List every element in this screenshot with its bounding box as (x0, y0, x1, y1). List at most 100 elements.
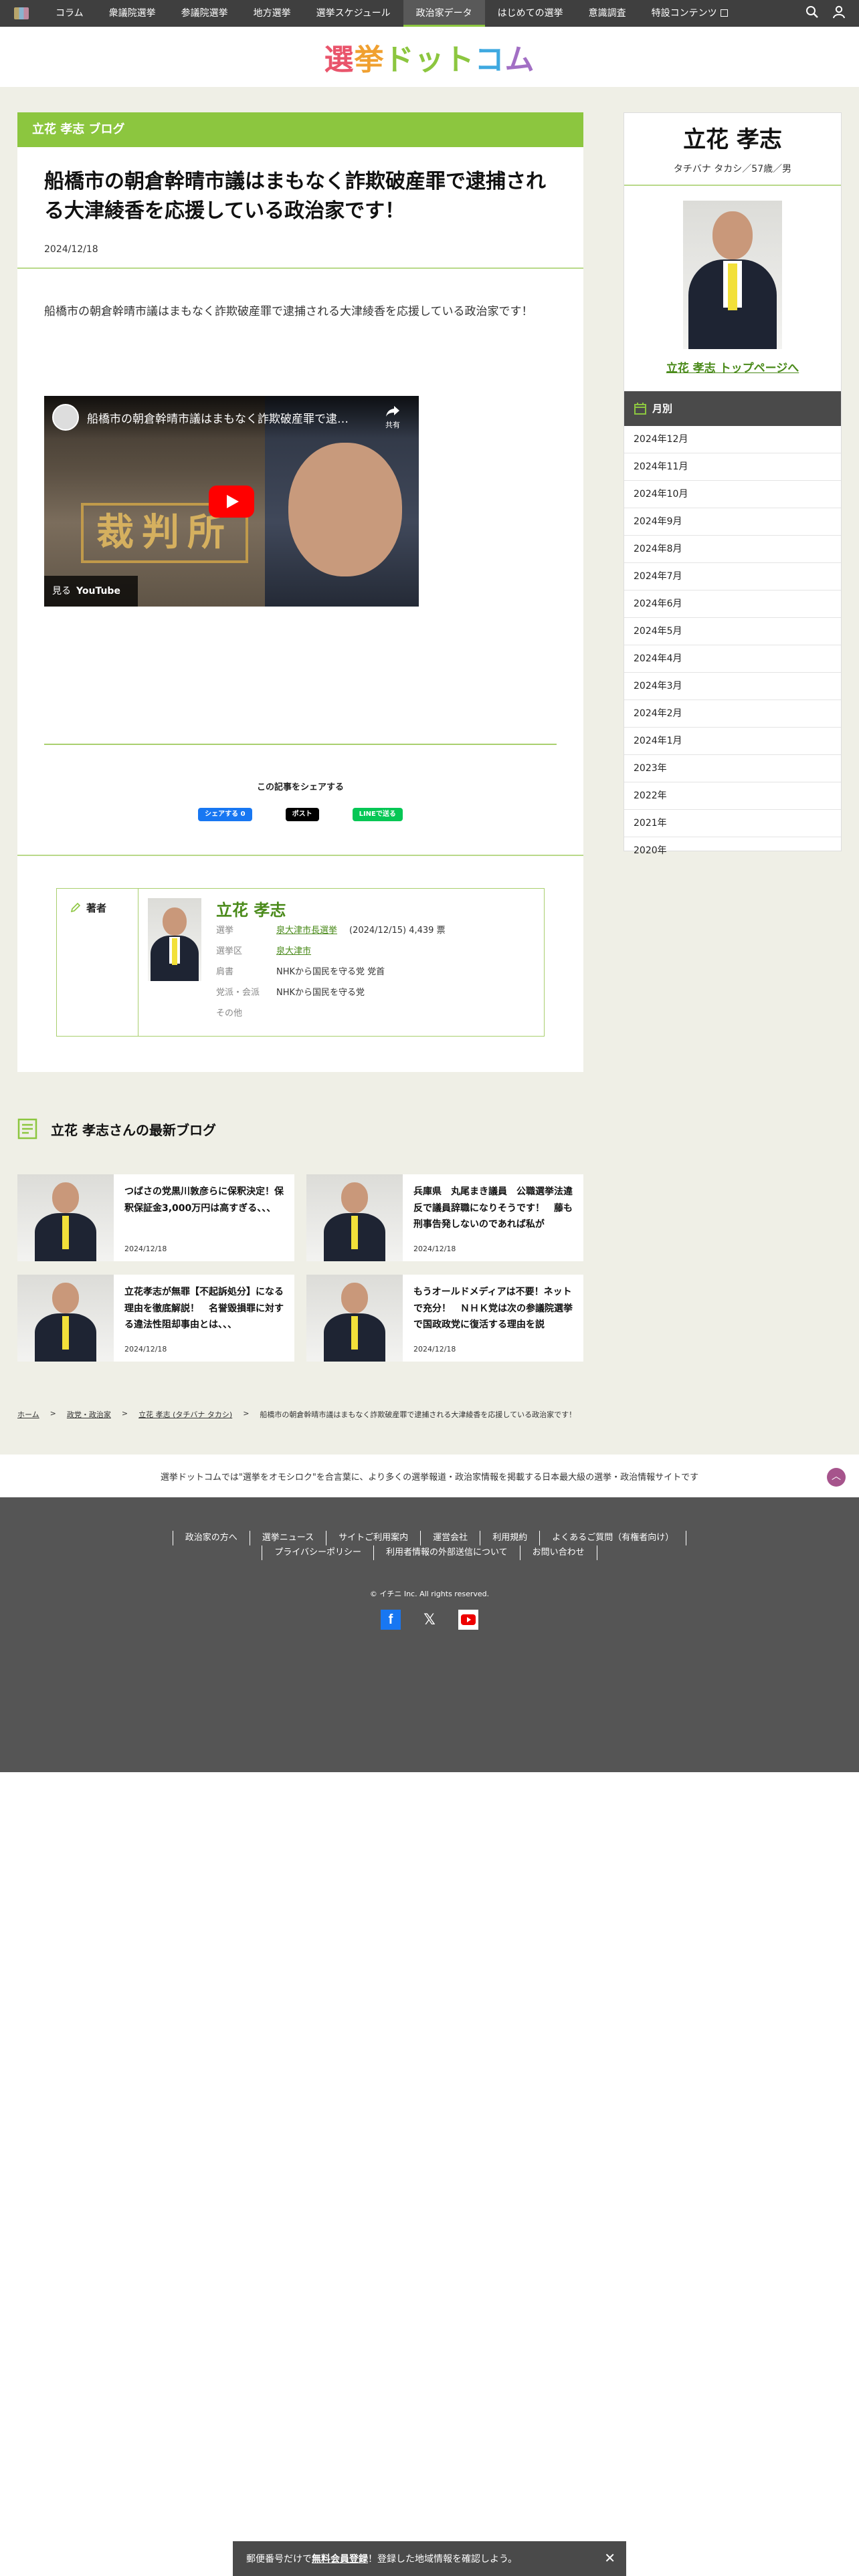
watch-on-youtube[interactable]: 見る YouTube (44, 576, 138, 607)
social-links: f 𝕏 (0, 1610, 859, 1630)
nav-item-sangiin[interactable]: 参議院選挙 (169, 0, 241, 27)
nav-item-local[interactable]: 地方選挙 (241, 0, 304, 27)
play-button[interactable] (209, 486, 254, 518)
nav-item-first-election[interactable]: はじめての選挙 (485, 0, 576, 27)
month-item[interactable]: 2024年5月 (624, 618, 841, 645)
sidebar-photo[interactable] (683, 201, 782, 349)
nav-item-special[interactable]: 特設コンテンツ (639, 0, 741, 27)
breadcrumb: ホーム > 政党・政治家 > 立花 孝志 (タチバナ タカシ) > 船橋市の朝倉… (17, 1409, 576, 1420)
nav-item-shugiin[interactable]: 衆議院選挙 (96, 0, 169, 27)
search-icon[interactable] (805, 5, 819, 21)
x-icon[interactable]: 𝕏 (419, 1610, 440, 1630)
divider (17, 267, 583, 269)
author-heading-label: 著者 (86, 902, 107, 914)
x-post-button[interactable]: ポスト (285, 808, 319, 821)
nav-item-survey[interactable]: 意識調査 (576, 0, 639, 27)
blog-card-date: 2024/12/18 (413, 1345, 456, 1354)
channel-avatar[interactable] (52, 404, 79, 431)
blog-card[interactable]: もうオールドメディアは不要！ネットで充分！ ＮＨＫ党は次の参議院選挙で国政政党に… (306, 1275, 583, 1362)
nav-item-politician-data[interactable]: 政治家データ (403, 0, 485, 27)
article-title: 船橋市の朝倉幹晴市議はまもなく詐欺破産罪で逮捕される大津綾香を応援している政治家… (44, 170, 546, 223)
grid-icon[interactable] (0, 0, 43, 27)
author-row-election: 選挙 泉大津市長選挙 (2024/12/15) 4,439 票 (216, 920, 446, 941)
register-link[interactable]: 無料会員登録 (312, 2552, 368, 2565)
youtube-label: YouTube (76, 586, 120, 597)
month-item[interactable]: 2020年 (624, 837, 841, 865)
author-name[interactable]: 立花 孝志 (216, 901, 286, 920)
logo-part: コ (474, 43, 505, 77)
month-item[interactable]: 2024年10月 (624, 481, 841, 508)
month-heading: 月別 (624, 391, 841, 426)
month-item[interactable]: 2024年9月 (624, 508, 841, 536)
logo-part: 挙 (354, 43, 385, 77)
footer-link[interactable]: サイトご利用案内 (326, 1531, 420, 1545)
site-logo[interactable]: 選挙ドットコム (324, 35, 535, 78)
month-item[interactable]: 2024年6月 (624, 591, 841, 618)
youtube-embed[interactable]: 裁判所 船橋市の朝倉幹晴市議はまもなく詐欺破産罪で逮… 共有 見る YouTube (44, 396, 419, 607)
month-item[interactable]: 2021年 (624, 810, 841, 837)
author-photo[interactable] (148, 898, 201, 981)
author-info: 立花 孝志 選挙 泉大津市長選挙 (2024/12/15) 4,439 票 選挙区 泉… (201, 889, 446, 1036)
copyright: © イチニ Inc. All rights reserved. (369, 1590, 490, 1598)
youtube-icon[interactable] (458, 1610, 478, 1630)
breadcrumb-separator: > (243, 1409, 250, 1418)
user-icon[interactable] (832, 5, 846, 21)
video-share-button[interactable]: 共有 (385, 405, 400, 430)
calendar-icon (634, 403, 646, 415)
district-link[interactable]: 泉大津市 (276, 941, 311, 962)
month-item[interactable]: 2024年4月 (624, 645, 841, 673)
blog-card[interactable]: つばさの党黒川敦彦らに保釈決定！保釈保証金3,000万円は高すぎる、、、 2024… (17, 1174, 294, 1261)
blog-card-thumbnail (17, 1174, 114, 1261)
article-date: 2024/12/18 (44, 244, 98, 255)
month-item[interactable]: 2024年7月 (624, 563, 841, 591)
footer-link[interactable]: 運営会社 (420, 1531, 480, 1545)
month-item[interactable]: 2024年2月 (624, 700, 841, 728)
article-body: 船橋市の朝倉幹晴市議はまもなく詐欺破産罪で逮捕される大津綾香を応援している政治家… (44, 305, 533, 318)
breadcrumb-politics[interactable]: 政党・政治家 (67, 1409, 111, 1420)
blog-card-date: 2024/12/18 (413, 1245, 456, 1253)
divider (624, 185, 841, 186)
line-share-button[interactable]: LINEで送る (352, 808, 403, 821)
label: 肩書 (216, 967, 234, 977)
footer-link[interactable]: 選挙ニュース (249, 1531, 326, 1545)
faction-value: NHKから国民を守る党 (276, 988, 365, 998)
close-icon[interactable]: ✕ (604, 2550, 615, 2566)
breadcrumb-home[interactable]: ホーム (17, 1409, 39, 1420)
author-row-title: 肩書 NHKから国民を守る党 党首 (216, 962, 446, 982)
facebook-icon[interactable]: f (381, 1610, 401, 1630)
blog-card-thumbnail (17, 1275, 114, 1362)
label: その他 (216, 1008, 243, 1018)
label: 選挙 (216, 926, 234, 936)
top-nav: コラム 衆議院選挙 参議院選挙 地方選挙 選挙スケジュール 政治家データ はじめ… (0, 0, 859, 27)
nav-item-column[interactable]: コラム (43, 0, 96, 27)
latest-blogs-heading: 立花 孝志さんの最新ブログ (17, 1118, 216, 1140)
breadcrumb-person[interactable]: 立花 孝志 (タチバナ タカシ) (138, 1409, 232, 1420)
footer-link[interactable]: プライバシーポリシー (262, 1545, 373, 1560)
footer-link[interactable]: 利用規約 (480, 1531, 539, 1545)
footer-link[interactable]: 政治家の方へ (172, 1531, 250, 1545)
video-share-label: 共有 (385, 421, 400, 429)
election-detail: (2024/12/15) 4,439 票 (349, 926, 446, 936)
footer-link[interactable]: お問い合わせ (519, 1545, 597, 1560)
facebook-share-button[interactable]: シェアする 0 (198, 808, 252, 821)
month-item[interactable]: 2024年1月 (624, 728, 841, 755)
month-item[interactable]: 2023年 (624, 755, 841, 782)
blog-card[interactable]: 兵庫県 丸尾まき議員 公職選挙法違反で議員辞職になりそうです！ 藤も刑事告発しな… (306, 1174, 583, 1261)
footer-link[interactable]: よくあるご質問（有権者向け） (539, 1531, 687, 1545)
month-item[interactable]: 2024年8月 (624, 536, 841, 563)
month-item[interactable]: 2024年12月 (624, 426, 841, 453)
sidebar-top-page-link[interactable]: 立花 孝志 トップページへ (624, 358, 841, 375)
blog-card-thumbnail (306, 1275, 403, 1362)
footer-link[interactable]: 利用者情報の外部送信について (373, 1545, 520, 1560)
election-link[interactable]: 泉大津市長選挙 (276, 920, 337, 941)
month-item[interactable]: 2022年 (624, 782, 841, 810)
month-item[interactable]: 2024年3月 (624, 673, 841, 700)
month-item[interactable]: 2024年11月 (624, 453, 841, 481)
blog-card-title: もうオールドメディアは不要！ネットで充分！ ＮＨＫ党は次の参議院選挙で国政政党に… (413, 1287, 573, 1330)
blog-card[interactable]: 立花孝志が無罪【不起訴処分】になる理由を徹底解説！ 名誉毀損罪に対する違法性阻却… (17, 1275, 294, 1362)
arrow-up-icon[interactable]: ︿ (827, 1468, 846, 1487)
external-link-icon (720, 9, 728, 17)
month-list: 2024年12月 2024年11月 2024年10月 2024年9月 2024年… (624, 426, 841, 865)
nav-item-schedule[interactable]: 選挙スケジュール (304, 0, 403, 27)
video-title[interactable]: 船橋市の朝倉幹晴市議はまもなく詐欺破産罪で逮… (87, 409, 368, 426)
